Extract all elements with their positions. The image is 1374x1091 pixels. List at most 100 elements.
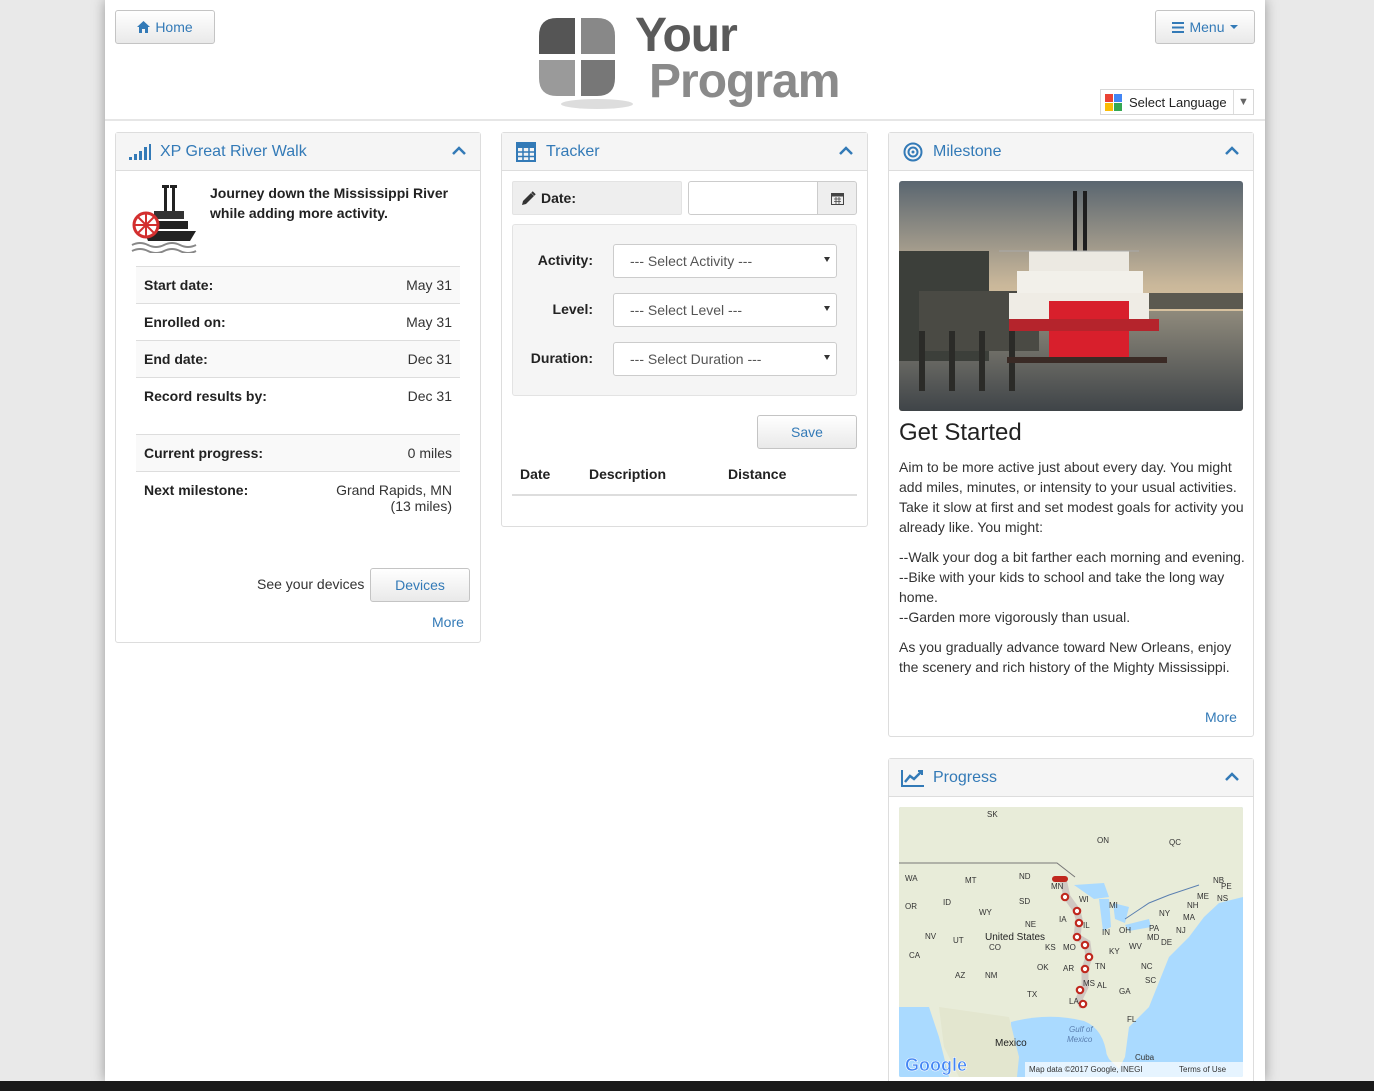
map-label: ID bbox=[943, 898, 951, 907]
info-value: May 31 bbox=[406, 314, 452, 330]
devices-text: See your devices bbox=[257, 576, 365, 592]
more-link[interactable]: More bbox=[432, 614, 464, 630]
map-label-country: United States bbox=[985, 932, 1045, 943]
map-label: WA bbox=[905, 874, 918, 883]
chevron-up-icon[interactable] bbox=[1225, 146, 1239, 156]
map-label: KY bbox=[1109, 947, 1120, 956]
info-label: Next milestone: bbox=[144, 482, 249, 498]
map-label: GA bbox=[1119, 987, 1131, 996]
map-label: IN bbox=[1102, 928, 1110, 937]
info-value: Grand Rapids, MN (13 miles) bbox=[336, 482, 452, 514]
milestone-heading: Get Started bbox=[899, 419, 1022, 446]
info-row-milestone: Next milestone: Grand Rapids, MN (13 mil… bbox=[136, 471, 460, 529]
date-label: Date: bbox=[541, 190, 577, 206]
map-label: NE bbox=[1025, 920, 1036, 929]
map-label: SC bbox=[1145, 976, 1156, 985]
map-label: LA bbox=[1069, 997, 1079, 1006]
language-label: Select Language bbox=[1129, 94, 1227, 110]
activity-label: Activity: bbox=[537, 252, 593, 268]
map-label: NV bbox=[925, 932, 937, 941]
map-label: CO bbox=[989, 943, 1001, 952]
map-label: NC bbox=[1141, 962, 1153, 971]
chevron-up-icon[interactable] bbox=[839, 146, 853, 156]
map-label: MN bbox=[1051, 882, 1064, 891]
map-label: AZ bbox=[955, 971, 965, 980]
map-label: NJ bbox=[1176, 926, 1186, 935]
date-label-box: Date: bbox=[512, 181, 682, 215]
duration-label: Duration: bbox=[530, 350, 593, 366]
map-label: NH bbox=[1187, 901, 1199, 910]
line-chart-icon bbox=[901, 768, 925, 788]
calendar-button[interactable] bbox=[817, 181, 857, 215]
map-label: MT bbox=[965, 876, 977, 885]
map-label: WY bbox=[979, 908, 993, 917]
menu-button[interactable]: Menu bbox=[1155, 10, 1255, 44]
more-link[interactable]: More bbox=[1205, 709, 1237, 725]
date-input[interactable] bbox=[688, 181, 818, 215]
menu-label: Menu bbox=[1189, 19, 1225, 35]
taskbar bbox=[0, 1081, 1374, 1091]
river-walk-panel: XP Great River Walk Journey down the Mis… bbox=[115, 132, 481, 643]
info-label: Enrolled on: bbox=[144, 314, 226, 330]
level-label: Level: bbox=[552, 301, 593, 317]
map-terms-link: Terms of Use bbox=[1179, 1065, 1227, 1074]
map-label: OK bbox=[1037, 963, 1049, 972]
duration-select-value: --- Select Duration --- bbox=[630, 351, 762, 367]
dropdown-arrow-icon: ▼ bbox=[1233, 90, 1253, 114]
milestone-body: Aim to be more active just about every d… bbox=[899, 457, 1245, 687]
map-label: NS bbox=[1217, 894, 1228, 903]
map-attribution: Map data ©2017 Google, INEGI bbox=[1029, 1065, 1143, 1074]
intro-text: Journey down the Mississippi River while… bbox=[210, 185, 449, 221]
tracker-table-header: Date Description Distance bbox=[512, 466, 857, 496]
google-translate-icon bbox=[1105, 93, 1122, 111]
level-select-value: --- Select Level --- bbox=[630, 302, 743, 318]
map-label: AR bbox=[1063, 964, 1074, 973]
select-arrow-icon bbox=[824, 355, 830, 360]
activity-select-value: --- Select Activity --- bbox=[630, 253, 753, 269]
progress-panel: Progress SK ON QC WA MT ND MN NB PE OR I… bbox=[888, 758, 1254, 1081]
activity-select[interactable]: --- Select Activity --- bbox=[613, 244, 837, 278]
page: Home Your Program Menu Select Language ▼… bbox=[105, 0, 1265, 1081]
info-row-progress: Current progress: 0 miles bbox=[136, 434, 460, 471]
calendar-icon bbox=[830, 192, 844, 205]
map-label-water: Gulf of bbox=[1069, 1025, 1093, 1034]
map-label-water: Mexico bbox=[1067, 1035, 1093, 1044]
panel-title: XP Great River Walk bbox=[160, 142, 307, 160]
map-label: FL bbox=[1127, 1015, 1137, 1024]
map-label: TX bbox=[1027, 990, 1038, 999]
info-value: May 31 bbox=[406, 277, 452, 293]
milestone-paragraph: As you gradually advance toward New Orle… bbox=[899, 639, 1232, 675]
map-label-country: Mexico bbox=[995, 1038, 1027, 1049]
route-map[interactable]: SK ON QC WA MT ND MN NB PE OR ID SD WI M… bbox=[899, 807, 1243, 1077]
chevron-up-icon[interactable] bbox=[1225, 772, 1239, 782]
steamboat-icon bbox=[131, 185, 197, 253]
intro: Journey down the Mississippi River while… bbox=[130, 183, 470, 263]
map-label: KS bbox=[1045, 943, 1056, 952]
duration-select[interactable]: --- Select Duration --- bbox=[613, 342, 837, 376]
save-button[interactable]: Save bbox=[757, 415, 857, 449]
home-button[interactable]: Home bbox=[115, 10, 215, 44]
panel-title: Milestone bbox=[933, 142, 1002, 160]
language-select[interactable]: Select Language ▼ bbox=[1100, 89, 1254, 115]
map-label: SD bbox=[1019, 897, 1030, 906]
map-label: ON bbox=[1097, 836, 1109, 845]
map-label: MO bbox=[1063, 943, 1076, 952]
map-label: SK bbox=[987, 810, 998, 819]
map-label: NM bbox=[985, 971, 998, 980]
header: Home Your Program Menu Select Language ▼ bbox=[105, 0, 1265, 121]
chevron-up-icon[interactable] bbox=[452, 146, 466, 156]
program-logo: Your Program bbox=[535, 9, 845, 110]
tracker-panel-header: Tracker bbox=[502, 133, 867, 171]
select-arrow-icon bbox=[824, 257, 830, 262]
map-label: PE bbox=[1221, 882, 1232, 891]
devices-button[interactable]: Devices bbox=[370, 568, 470, 602]
info-value: Dec 31 bbox=[407, 351, 452, 367]
level-select[interactable]: --- Select Level --- bbox=[613, 293, 837, 327]
column-header-distance: Distance bbox=[728, 466, 787, 482]
map-label: Cuba bbox=[1135, 1053, 1155, 1062]
milestone-paragraph: Aim to be more active just about every d… bbox=[899, 459, 1244, 535]
map-label: UT bbox=[953, 936, 964, 945]
map-label: ND bbox=[1019, 872, 1031, 881]
map-label: IA bbox=[1059, 915, 1067, 924]
